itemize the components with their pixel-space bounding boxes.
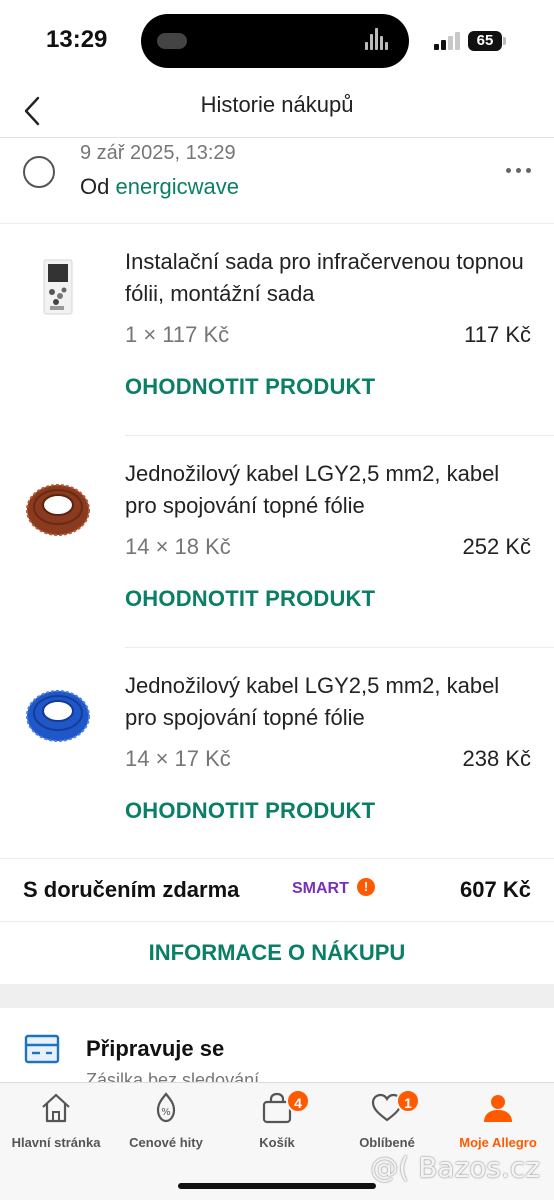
product-image[interactable] xyxy=(22,474,94,544)
installation-kit-image xyxy=(43,259,73,315)
rate-product-button[interactable]: OHODNOTIT PRODUKT xyxy=(125,374,375,400)
tab-label: Košík xyxy=(259,1135,295,1150)
product-name[interactable]: Instalační sada pro infračervenou topnou… xyxy=(125,246,535,310)
bottom-tab-bar: Hlavní stránka % Cenové hity 4 Košík 1 O… xyxy=(0,1082,554,1200)
more-options-button[interactable] xyxy=(504,162,534,178)
product-total: 252 Kč xyxy=(462,534,532,559)
order-header: 9 zář 2025, 13:29 Od energicwave xyxy=(0,138,554,224)
home-indicator[interactable] xyxy=(178,1183,376,1189)
from-prefix: Od xyxy=(80,174,110,199)
nav-header: Historie nákupů xyxy=(0,84,554,138)
section-separator xyxy=(0,984,554,1008)
cart-count-badge: 4 xyxy=(286,1089,310,1113)
status-time: 13:29 xyxy=(46,26,108,53)
order-summary: S doručením zdarma SMART ! 607 Kč xyxy=(0,858,554,922)
free-delivery-label: S doručením zdarma xyxy=(23,877,240,902)
rate-product-button[interactable]: OHODNOTIT PRODUKT xyxy=(125,798,375,824)
dynamic-island xyxy=(141,14,409,68)
product-qty-price: 1 × 117 Kč xyxy=(125,322,230,347)
tab-cart[interactable]: 4 Košík xyxy=(222,1083,332,1163)
product-item: Jednožilový kabel LGY2,5 mm2, kabel pro … xyxy=(0,648,554,860)
product-item: Jednožilový kabel LGY2,5 mm2, kabel pro … xyxy=(0,436,554,648)
product-name[interactable]: Jednožilový kabel LGY2,5 mm2, kabel pro … xyxy=(125,458,535,522)
shipment-card[interactable]: Připravuje se Zásilka bez sledování xyxy=(0,1008,554,1088)
product-image[interactable] xyxy=(22,680,94,750)
tab-home[interactable]: Hlavní stránka xyxy=(1,1083,111,1163)
order-seller-line: Od energicwave xyxy=(80,174,239,200)
battery-icon: 65 xyxy=(468,31,502,51)
tab-label: Moje Allegro xyxy=(459,1135,537,1150)
watermark: @( Bazos.cz xyxy=(370,1151,540,1184)
product-total: 117 Kč xyxy=(464,322,531,347)
smart-info-icon[interactable]: ! xyxy=(357,878,375,896)
smart-badge: SMART xyxy=(292,880,349,897)
order-date: 9 zář 2025, 13:29 xyxy=(80,142,236,164)
tab-label: Cenové hity xyxy=(129,1135,203,1150)
purchase-info-button[interactable]: INFORMACE O NÁKUPU xyxy=(0,922,554,984)
tab-label: Hlavní stránka xyxy=(11,1135,101,1150)
audio-waveform-icon xyxy=(365,28,391,54)
status-bar: 13:29 65 xyxy=(0,0,554,84)
user-icon xyxy=(484,1095,512,1122)
seller-link[interactable]: energicwave xyxy=(115,174,239,199)
brown-cable-coil-image xyxy=(26,484,90,536)
product-total: 238 Kč xyxy=(462,746,532,771)
rate-product-button[interactable]: OHODNOTIT PRODUKT xyxy=(125,586,375,612)
product-image[interactable] xyxy=(22,252,94,322)
blue-cable-coil-image xyxy=(26,690,90,742)
svg-text:%: % xyxy=(161,1107,171,1118)
tab-price-hits[interactable]: % Cenové hity xyxy=(111,1083,221,1163)
now-playing-artwork-icon xyxy=(157,33,187,49)
tab-label: Oblíbené xyxy=(359,1135,415,1150)
shipment-status: Připravuje se xyxy=(86,1036,225,1061)
page-title: Historie nákupů xyxy=(200,92,354,117)
favorites-count-badge: 1 xyxy=(396,1089,420,1113)
product-qty-price: 14 × 17 Kč xyxy=(125,746,231,771)
package-icon xyxy=(24,1032,60,1066)
battery-tip xyxy=(503,37,506,45)
home-icon xyxy=(42,1093,70,1123)
product-qty-price: 14 × 18 Kč xyxy=(125,534,231,559)
order-select-radio[interactable] xyxy=(23,156,55,188)
discount-tag-icon: % xyxy=(156,1092,176,1123)
product-name[interactable]: Jednožilový kabel LGY2,5 mm2, kabel pro … xyxy=(125,670,535,734)
cellular-signal-icon xyxy=(434,32,462,50)
product-item: Instalační sada pro infračervenou topnou… xyxy=(0,224,554,436)
order-total: 607 Kč xyxy=(460,877,531,902)
